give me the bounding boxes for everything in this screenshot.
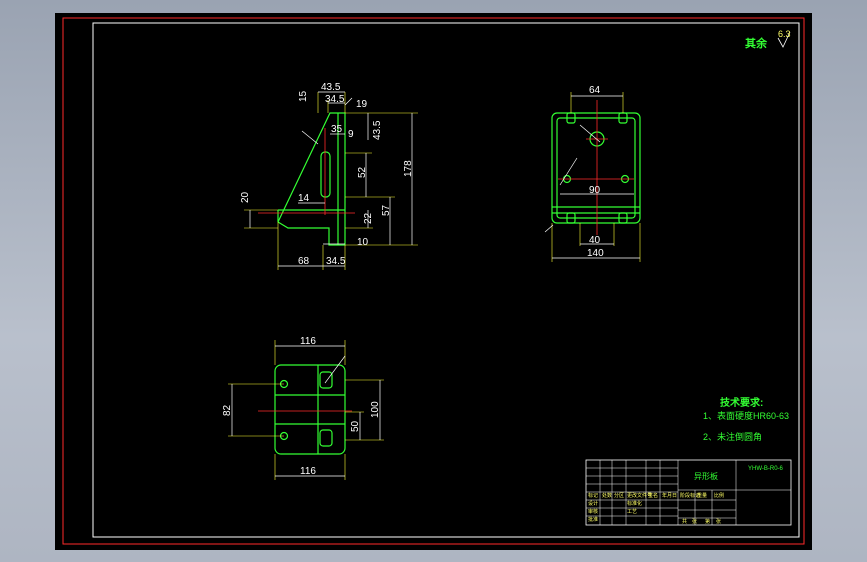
dim-100: 100 <box>370 401 381 418</box>
tb-label-1: 处数 <box>602 492 612 499</box>
tb-label-12: 重量 <box>697 492 707 499</box>
dim-50: 50 <box>350 420 361 432</box>
tb-label-13: 比例 <box>714 492 724 499</box>
dim-116-bottom: 116 <box>300 466 316 477</box>
dim-34-5: 34.5 <box>325 94 345 105</box>
tech-title: 技术要求: <box>720 396 763 409</box>
tb-label-5: 年月日 <box>662 492 677 499</box>
drawing-area <box>55 13 812 550</box>
tech-item-1: 1、表面硬度HR60-63 <box>703 410 789 421</box>
dim-10: 10 <box>357 237 369 248</box>
dim-40: 40 <box>589 235 601 246</box>
tb-label-14: 共 <box>682 518 687 525</box>
tb-label-9: 工艺 <box>627 509 637 515</box>
tb-label-8: 审核 <box>588 508 598 515</box>
tb-label-2: 分区 <box>614 492 624 499</box>
dim-64: 64 <box>589 85 601 96</box>
dim-35: 35 <box>331 124 343 135</box>
tb-label-17: 张 <box>716 518 721 525</box>
dim-82: 82 <box>222 404 233 416</box>
drawing-code: YHW-B-R0-6 <box>748 466 784 472</box>
dim-19: 19 <box>356 99 368 110</box>
roughness-value: 6.3 <box>778 29 791 39</box>
dim-15: 15 <box>298 90 309 102</box>
dim-52: 52 <box>357 166 368 178</box>
dim-34-5-bottom: 34.5 <box>326 256 346 267</box>
tb-label-4: 签名 <box>648 492 658 499</box>
tb-label-10: 批准 <box>588 516 598 523</box>
dim-140: 140 <box>587 248 604 259</box>
surface-note: 其余 <box>745 36 768 50</box>
cad-drawing-sheet: 其余 6.3 43.5 34.5 19 15 35 9 43.5 52 14 2… <box>55 13 812 550</box>
tb-label-16: 第 <box>705 518 710 525</box>
dim-43-5-right: 43.5 <box>372 120 383 140</box>
tb-label-7: 标准化 <box>627 500 642 507</box>
dim-178: 178 <box>403 160 414 177</box>
dim-116-top: 116 <box>300 336 316 347</box>
tb-label-6: 设计 <box>588 500 598 507</box>
tb-label-0: 标记 <box>588 492 598 499</box>
tb-label-15: 张 <box>692 518 697 525</box>
dim-43-5: 43.5 <box>321 82 341 93</box>
drawing-name: 异形板 <box>694 471 718 481</box>
dim-68: 68 <box>298 256 310 267</box>
dim-20: 20 <box>240 191 251 203</box>
tech-item-2: 2、未注倒圆角 <box>703 431 762 442</box>
dim-22: 22 <box>363 212 374 224</box>
dim-14: 14 <box>298 193 310 204</box>
dim-57: 57 <box>381 204 392 216</box>
dim-90: 90 <box>589 185 601 196</box>
dim-9: 9 <box>348 129 354 140</box>
